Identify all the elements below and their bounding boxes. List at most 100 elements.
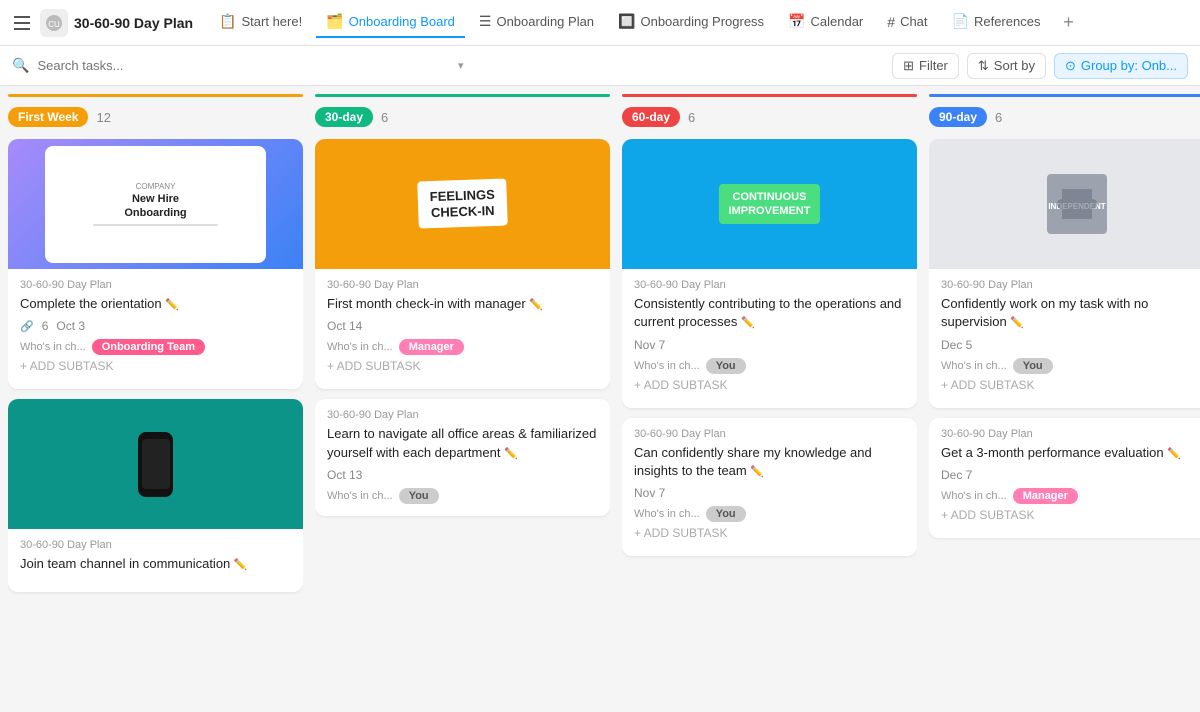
card-project: 30-60-90 Day Plan [20,539,291,551]
assignee-badge: Manager [1013,488,1078,504]
edit-icon[interactable]: ✏️ [741,317,755,329]
add-subtask-button[interactable]: + ADD SUBTASK [941,374,1200,396]
card-footer: Who's in ch... You [634,358,905,374]
add-subtask-button[interactable]: + ADD SUBTASK [327,355,598,377]
card-footer: Who's in ch... Onboarding Team [20,339,291,355]
group-by-button[interactable]: ⊙ Group by: Onb... [1054,53,1188,79]
sort-by-button[interactable]: ⇅ Sort by [967,53,1046,79]
card-title: Can confidently share my knowledge and i… [634,444,905,481]
card-footer: Who's in ch... Manager [941,488,1200,504]
col-count-thirty-day: 6 [381,110,388,125]
task-card[interactable]: CONTINUOUSIMPROVEMENT 30-60-90 Day Plan … [622,139,917,408]
task-card[interactable]: INDEPENDENT 30-60-90 Day Plan Confidentl… [929,139,1200,408]
add-subtask-button[interactable]: + ADD SUBTASK [941,504,1200,526]
search-input[interactable] [37,58,450,73]
toolbar: 🔍 ▾ ⊞ Filter ⇅ Sort by ⊙ Group by: Onb..… [0,46,1200,86]
task-card[interactable]: FEELINGSCHECK-IN 30-60-90 Day Plan First… [315,139,610,389]
card-date: Dec 5 [941,338,1200,352]
edit-icon[interactable]: ✏️ [234,559,248,571]
onboarding-board-icon: 🗂️ [326,13,343,30]
assignee-badge: Manager [399,339,464,355]
card-project: 30-60-90 Day Plan [327,409,598,421]
card-meta: 🔗 6 Oct 3 [20,319,291,333]
card-project: 30-60-90 Day Plan [20,279,291,291]
card-project: 30-60-90 Day Plan [634,428,905,440]
card-date: Nov 7 [634,486,905,500]
card-project: 30-60-90 Day Plan [634,279,905,291]
col-badge-first-week: First Week [8,107,88,127]
project-title: 30-60-90 Day Plan [74,15,193,31]
col-count-ninety-day: 6 [995,110,1002,125]
edit-icon[interactable]: ✏️ [529,299,543,311]
tab-onboarding-plan[interactable]: ☰ Onboarding Plan [469,7,604,38]
add-subtask-button[interactable]: + ADD SUBTASK [634,522,905,544]
assignee-label: Who's in ch... [634,508,700,520]
card-body: 30-60-90 Day Plan Can confidently share … [622,418,917,557]
subtask-icon: 🔗 [20,320,34,333]
column-header-sixty-day: 60-day 6 [622,103,917,131]
card-project: 30-60-90 Day Plan [941,428,1200,440]
assignee-label: Who's in ch... [634,360,700,372]
search-dropdown-arrow[interactable]: ▾ [458,59,464,72]
edit-icon[interactable]: ✏️ [750,466,764,478]
col-badge-thirty-day: 30-day [315,107,373,127]
task-card[interactable]: 30-60-90 Day Plan Learn to navigate all … [315,399,610,516]
card-footer: Who's in ch... You [327,488,598,504]
tab-onboarding-board[interactable]: 🗂️ Onboarding Board [316,7,465,38]
assignee-badge: You [706,358,746,374]
column-thirty-day: 30-day 6 FEELINGSCHECK-IN 30-60-90 Day P… [315,94,610,712]
tab-onboarding-progress[interactable]: 🔲 Onboarding Progress [608,7,774,38]
card-body: 30-60-90 Day Plan Complete the orientati… [8,269,303,389]
tab-references[interactable]: 📄 References [942,7,1051,38]
filter-button[interactable]: ⊞ Filter [892,53,959,79]
filter-icon: ⊞ [903,58,914,74]
assignee-badge: You [399,488,439,504]
column-header-ninety-day: 90-day 6 [929,103,1200,131]
task-card[interactable]: COMPANY New HireOnboarding 30-60-90 Day … [8,139,303,389]
task-card[interactable]: 30-60-90 Day Plan Can confidently share … [622,418,917,557]
add-tab-button[interactable]: + [1054,9,1082,37]
card-body: 30-60-90 Day Plan First month check-in w… [315,269,610,389]
column-header-first-week: First Week 12 [8,103,303,131]
kanban-board: First Week 12 COMPANY New HireOnboarding… [0,86,1200,712]
tab-chat[interactable]: # Chat [877,8,937,38]
assignee-label: Who's in ch... [20,341,86,353]
hamburger-menu[interactable] [8,9,36,37]
task-card[interactable]: 30-60-90 Day Plan Join team channel in c… [8,399,303,591]
assignee-badge: You [1013,358,1053,374]
card-project: 30-60-90 Day Plan [941,279,1200,291]
card-title: First month check-in with manager ✏️ [327,295,598,313]
edit-icon[interactable]: ✏️ [1167,448,1181,460]
card-title: Confidently work on my task with no supe… [941,295,1200,332]
card-body: 30-60-90 Day Plan Learn to navigate all … [315,399,610,516]
references-icon: 📄 [952,13,969,30]
tab-calendar[interactable]: 📅 Calendar [778,7,873,38]
task-card[interactable]: 30-60-90 Day Plan Get a 3-month performa… [929,418,1200,538]
assignee-label: Who's in ch... [941,490,1007,502]
sort-icon: ⇅ [978,58,989,74]
column-header-thirty-day: 30-day 6 [315,103,610,131]
edit-icon[interactable]: ✏️ [1010,317,1024,329]
card-title: Consistently contributing to the operati… [634,295,905,332]
tab-start-here[interactable]: 📋 Start here! [209,7,312,38]
card-date-inline: Oct 3 [56,319,85,333]
col-badge-ninety-day: 90-day [929,107,987,127]
assignee-label: Who's in ch... [327,341,393,353]
card-body: 30-60-90 Day Plan Get a 3-month performa… [929,418,1200,538]
edit-icon[interactable]: ✏️ [165,299,179,311]
app-logo: CU [40,9,68,37]
card-footer: Who's in ch... You [941,358,1200,374]
card-title: Get a 3-month performance evaluation ✏️ [941,444,1200,462]
card-project: 30-60-90 Day Plan [327,279,598,291]
add-subtask-button[interactable]: + ADD SUBTASK [634,374,905,396]
search-icon: 🔍 [12,57,29,74]
column-sixty-day: 60-day 6 CONTINUOUSIMPROVEMENT 30-60-90 … [622,94,917,712]
assignee-label: Who's in ch... [941,360,1007,372]
card-body: 30-60-90 Day Plan Join team channel in c… [8,529,303,591]
subtask-count: 6 [42,319,49,333]
assignee-label: Who's in ch... [327,490,393,502]
edit-icon[interactable]: ✏️ [504,448,518,460]
col-count-first-week: 12 [96,110,110,125]
start-here-icon: 📋 [219,13,236,30]
add-subtask-button[interactable]: + ADD SUBTASK [20,355,291,377]
